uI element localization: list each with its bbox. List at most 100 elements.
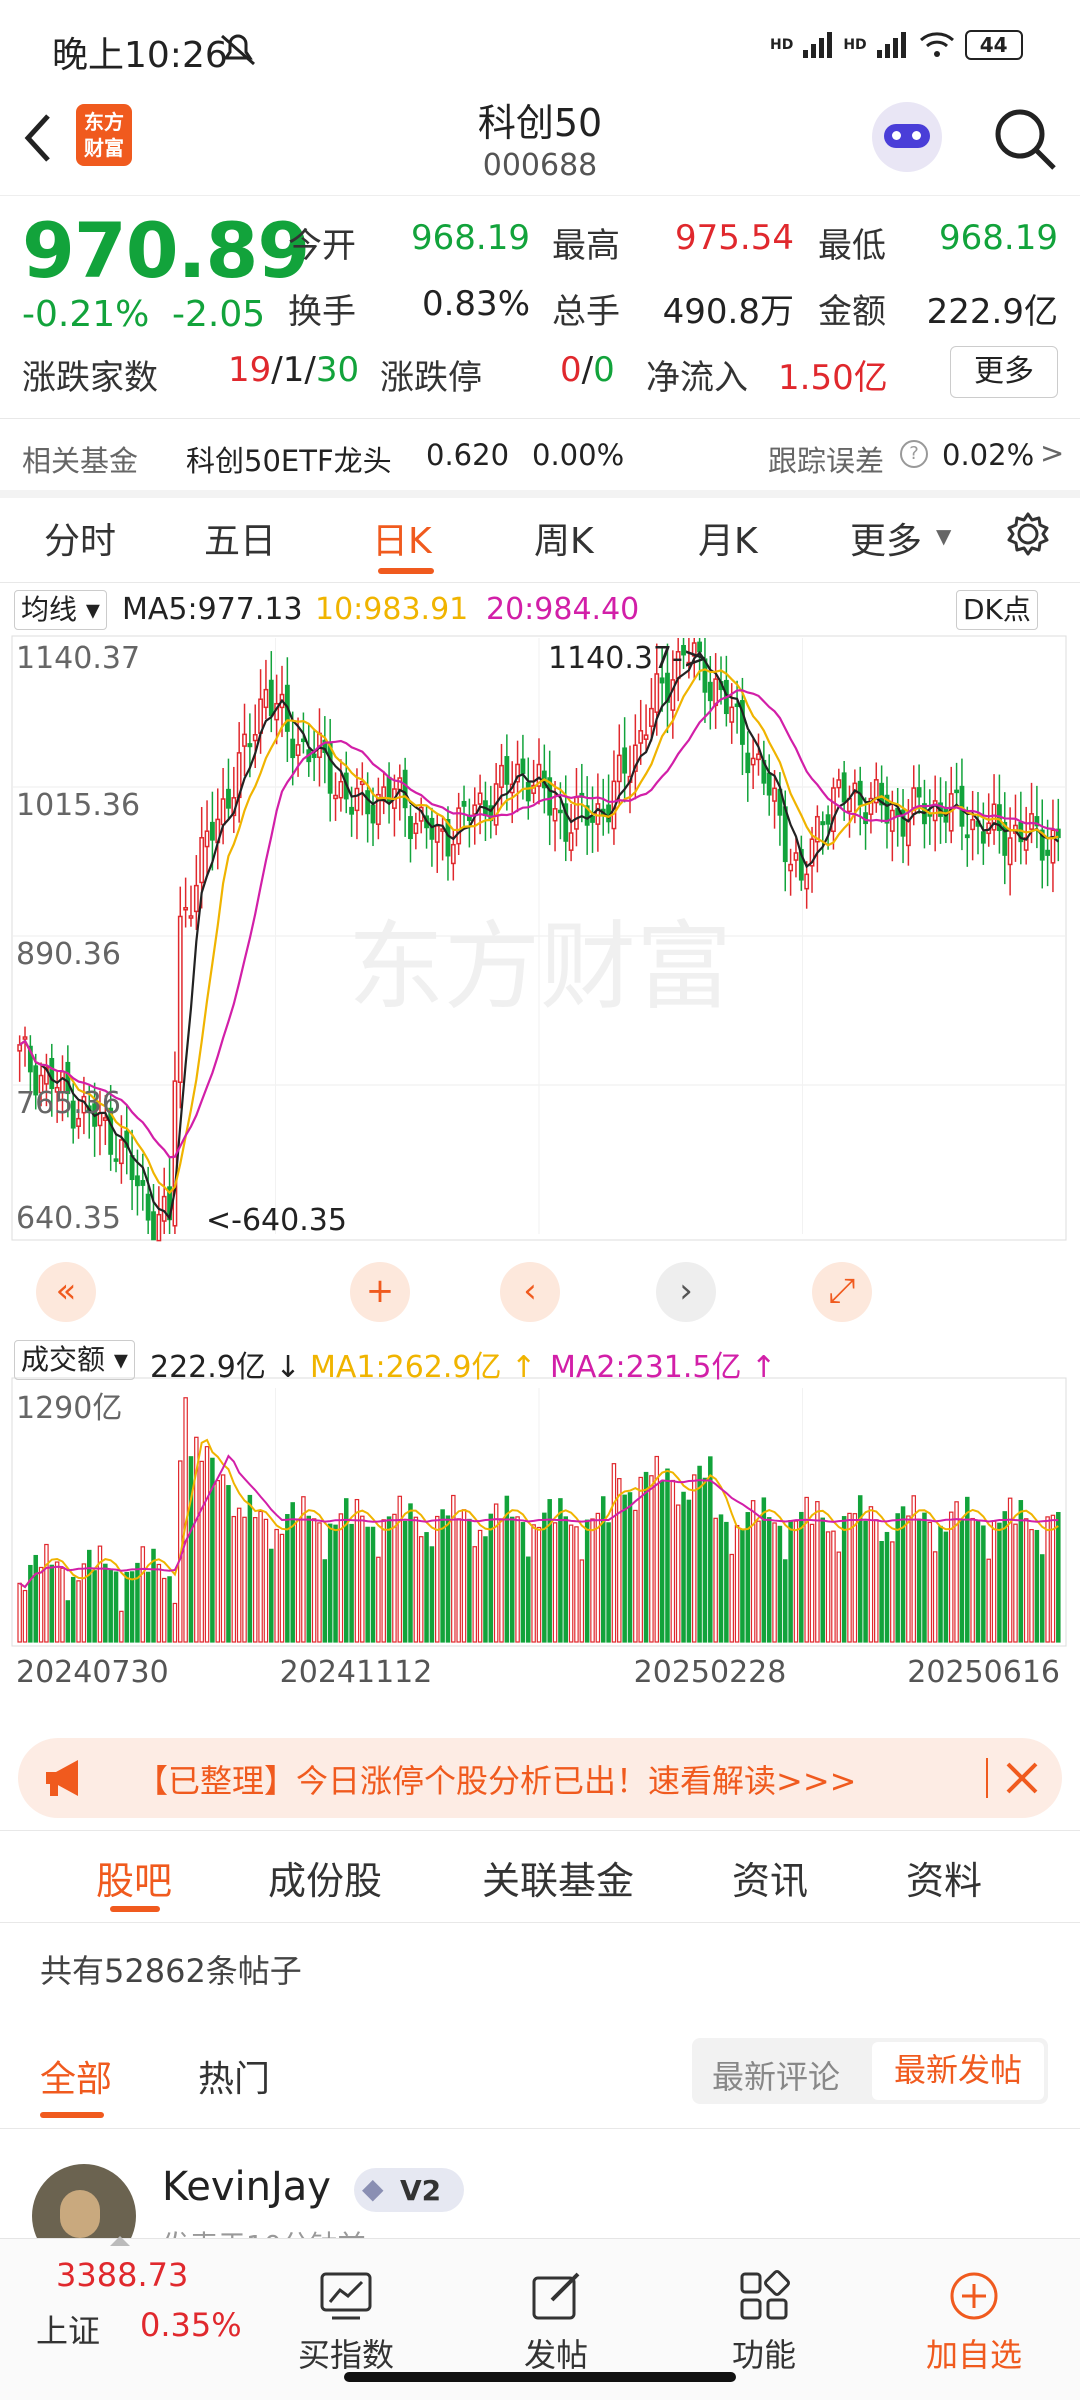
volume-current-value: 222.9亿 (150, 1350, 266, 1385)
volume-type-dropdown[interactable]: 成交额 ▾ (14, 1340, 135, 1380)
scroll-right-button[interactable]: › (656, 1262, 716, 1322)
tracking-value: 0.02% (942, 438, 1035, 472)
ma5-legend: MA5:977.13 (122, 592, 303, 627)
ma10-legend: 10:983.91 (315, 592, 469, 627)
y-tick-label: 765.36 (16, 1086, 121, 1121)
filter-hot-tab[interactable]: 热门 (198, 2050, 270, 2102)
high-label: 最高 (552, 226, 620, 266)
nav-buy-index[interactable]: 买指数 (276, 2270, 416, 2376)
scroll-left-fast-button[interactable]: « (36, 1262, 96, 1322)
quote-more-button[interactable]: 更多 (950, 346, 1058, 398)
mute-icon (221, 34, 255, 66)
chart-tab-0[interactable]: 分时 (44, 512, 116, 564)
volume-value: 490.8万 (662, 292, 794, 332)
chart-tab-4[interactable]: 月K (698, 512, 758, 564)
low-value: 968.19 (939, 218, 1058, 258)
promo-banner[interactable]: 【已整理】今日涨停个股分析已出！速看解读>>> (18, 1738, 1062, 1818)
sort-latest-comment[interactable]: 最新评论 (712, 2052, 840, 2098)
ma20-legend: 20:984.40 (486, 592, 640, 627)
lower-tab-2[interactable]: 关联基金 (482, 1850, 634, 1905)
turnover-value: 0.83% (421, 284, 530, 324)
post-username[interactable]: KevinJay (162, 2164, 331, 2210)
nav-functions-label: 功能 (731, 2336, 796, 2374)
change-value: -2.05 (172, 294, 266, 335)
nav-functions[interactable]: 功能 (694, 2270, 834, 2376)
lower-tab-3[interactable]: 资讯 (732, 1850, 808, 1905)
x-tick-label: 20241112 (280, 1655, 433, 1690)
chart-tab-2[interactable]: 日K (372, 512, 432, 564)
banner-separator (986, 1758, 988, 1798)
last-price: 970.89 (22, 206, 310, 295)
signal-icon-1 (803, 32, 833, 58)
user-level-badge: ◆ V2 (354, 2168, 464, 2212)
dk-point-toggle[interactable]: DK点 (956, 590, 1038, 630)
apps-grid-icon (740, 2270, 790, 2320)
nav-add-label: 加自选 (925, 2336, 1022, 2374)
nav-buy-label: 买指数 (297, 2336, 394, 2374)
banner-text[interactable]: 【已整理】今日涨停个股分析已出！速看解读>>> (136, 1756, 856, 1802)
chart-tab-5[interactable]: 更多 (850, 512, 922, 564)
related-fund-row[interactable]: 相关基金 科创50ETF龙头 0.620 0.00% 跟踪误差 ? 0.02% … (0, 420, 1080, 490)
ma-type-dropdown[interactable]: 均线 ▾ (14, 590, 107, 630)
status-bar: 晚上10:26 HD HD 44 (0, 0, 1080, 100)
breadth-up: 19 (228, 350, 272, 390)
scroll-left-button[interactable]: ‹ (500, 1262, 560, 1322)
sort-latest-post[interactable]: 最新发帖 (872, 2042, 1044, 2100)
lower-tab-4[interactable]: 资料 (906, 1850, 982, 1905)
battery-level: 44 (979, 33, 1008, 57)
help-icon[interactable]: ? (900, 440, 928, 468)
change-percent: -0.21% (22, 294, 150, 335)
user-level-text: V2 (400, 2174, 442, 2207)
netflow-value: 1.50亿 (778, 358, 888, 398)
forum-divider (0, 2128, 1080, 2129)
amount-label: 金额 (818, 292, 886, 332)
volume-ma2-value: MA2:231.5亿 (550, 1350, 742, 1385)
breadth-down: 30 (315, 350, 360, 390)
close-icon[interactable] (1002, 1758, 1042, 1798)
breadth-value: 19/1/30 (228, 350, 360, 390)
low-label: 最低 (818, 226, 886, 266)
status-time: 晚上10:26 (52, 35, 228, 76)
banner-divider (0, 1830, 1080, 1831)
volume-ma2: MA2:231.5亿 ↑ (550, 1350, 777, 1385)
sort-toggle: 最新评论 最新发帖 (692, 2038, 1048, 2104)
filter-indicator (40, 2112, 104, 2118)
nav-post[interactable]: 发帖 (486, 2270, 626, 2376)
fullscreen-expand-icon[interactable]: ⤢ (812, 1262, 872, 1322)
index-value[interactable]: 3388.73 (56, 2256, 188, 2294)
index-pct[interactable]: 0.35% (140, 2306, 242, 2344)
nav-add-watchlist[interactable]: 加自选 (904, 2270, 1044, 2376)
limit-up: 0 (560, 350, 582, 390)
y-tick-label: 1015.36 (16, 788, 140, 823)
limit-value: 0/0 (560, 350, 615, 390)
lower-tab-0[interactable]: 股吧 (96, 1850, 172, 1905)
fund-name[interactable]: 科创50ETF龙头 (186, 438, 392, 480)
ma-type-label: 均线 (21, 593, 78, 626)
plus-circle-icon (950, 2272, 998, 2320)
lower-tab-1[interactable]: 成份股 (268, 1850, 382, 1905)
turnover-label: 换手 (288, 292, 356, 332)
chart-settings-gear-icon[interactable] (1004, 510, 1052, 558)
assistant-avatar-icon[interactable] (872, 102, 942, 172)
y-tick-label: 1140.37 (16, 641, 140, 676)
network-label-2: HD (843, 37, 867, 53)
fund-pct: 0.00% (532, 438, 625, 472)
zoom-in-button[interactable]: + (350, 1262, 410, 1322)
search-icon[interactable] (990, 104, 1060, 174)
x-tick-label: 20250228 (634, 1655, 787, 1690)
post-count: 共有52862条帖子 (40, 1952, 302, 1990)
chart-tab-1[interactable]: 五日 (204, 512, 276, 564)
index-expand-icon[interactable] (110, 2236, 130, 2246)
volume-type-label: 成交额 (21, 1343, 106, 1376)
x-tick-label: 20250616 (907, 1655, 1060, 1690)
tracking-label: 跟踪误差 (768, 444, 885, 478)
volume-current: 222.9亿 ↓ (150, 1350, 301, 1385)
filter-all-tab[interactable]: 全部 (40, 2050, 112, 2102)
chart-trend-icon (320, 2272, 372, 2320)
kline-chart[interactable]: 东方财富 1140.37 1015.36 890.36 765.36 640.35 114… (0, 630, 1080, 1690)
section-gap (0, 490, 1080, 498)
low-marker: <-640.35 (206, 1203, 347, 1238)
signal-group: HD HD 44 (770, 30, 1023, 60)
chart-tab-3[interactable]: 周K (534, 512, 594, 564)
index-name[interactable]: 上证 (36, 2306, 100, 2352)
